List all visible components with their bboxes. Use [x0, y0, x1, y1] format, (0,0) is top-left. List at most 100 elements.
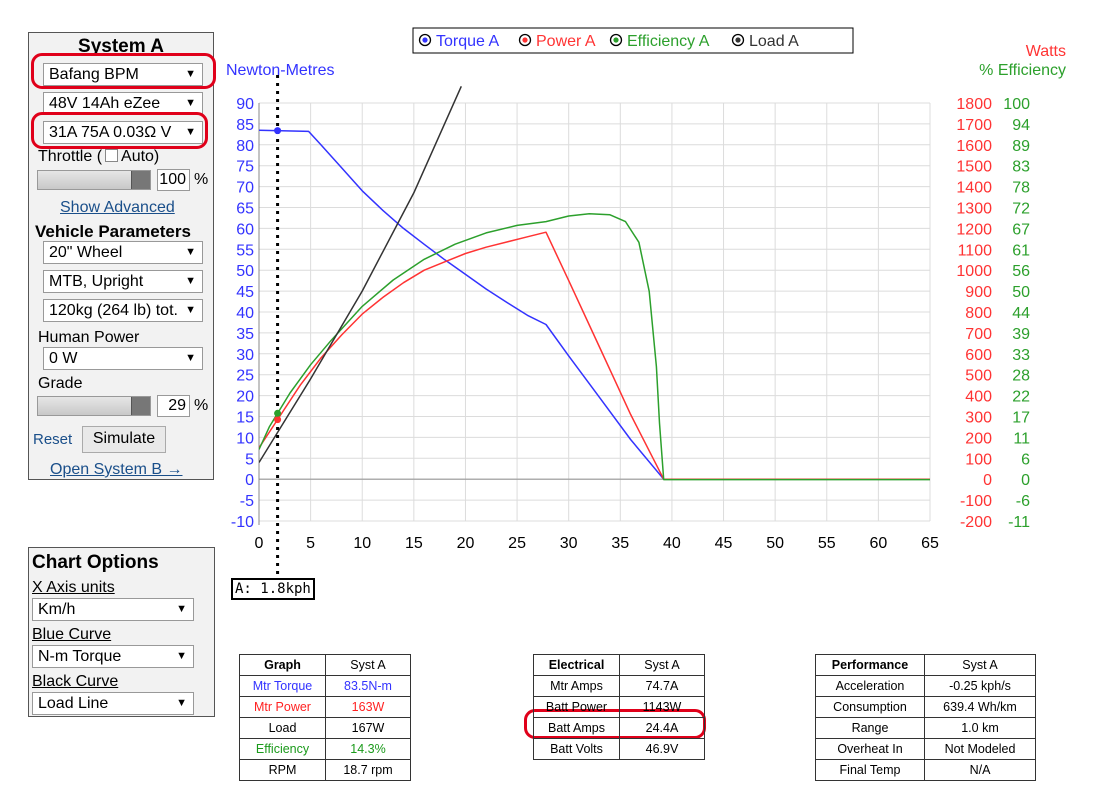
- throttle-input[interactable]: 100: [157, 169, 190, 191]
- x-tick-label: 5: [306, 535, 315, 552]
- y-tick-label-efficiency: 67: [1012, 221, 1030, 238]
- chart-cursor[interactable]: [274, 75, 282, 578]
- table-cell: 14.3%: [325, 738, 411, 760]
- y-tick-label-efficiency: 50: [1012, 284, 1030, 301]
- bike-type-select[interactable]: MTB, Upright ▼: [43, 270, 203, 293]
- wheel-select[interactable]: 20" Wheel ▼: [43, 241, 203, 264]
- black-curve-value: Load Line: [38, 695, 109, 712]
- highlight-oval-controller: [31, 112, 208, 149]
- table-cell: Mtr Amps: [533, 675, 620, 697]
- y-tick-label-left: 55: [236, 242, 254, 259]
- table-cell: Load: [239, 717, 326, 739]
- cursor-marker: [274, 127, 282, 135]
- table-cell: N/A: [924, 759, 1036, 781]
- y-tick-label-left: 20: [236, 389, 254, 406]
- table-row: Acceleration -0.25 kph/s: [815, 675, 1036, 697]
- black-curve-select[interactable]: Load Line ▼: [32, 692, 194, 715]
- human-power-select[interactable]: 0 W ▼: [43, 347, 203, 370]
- blue-curve-value: N-m Torque: [38, 648, 122, 665]
- auto-checkbox[interactable]: [105, 149, 119, 162]
- y-tick-label-efficiency: 11: [1013, 430, 1030, 447]
- open-system-b-link[interactable]: Open System B →: [50, 461, 183, 479]
- y-tick-label-left: 0: [245, 472, 254, 489]
- y-tick-label-left: 85: [236, 117, 254, 134]
- blue-curve-select[interactable]: N-m Torque ▼: [32, 645, 194, 668]
- table-row: Batt Volts 46.9V: [533, 738, 705, 760]
- y-tick-label-efficiency: 61: [1012, 242, 1030, 259]
- grade-slider[interactable]: [37, 396, 151, 416]
- y-tick-label-left: 25: [236, 368, 254, 385]
- vehicle-params-title: Vehicle Parameters: [35, 222, 191, 241]
- simulate-button[interactable]: Simulate: [82, 426, 166, 453]
- y-tick-label-left: 70: [236, 180, 254, 197]
- y-tick-label-left: 45: [236, 284, 254, 301]
- y-tick-label-watts: 0: [983, 472, 992, 489]
- chart-options-panel: Chart Options X Axis units Km/h ▼ Blue Cu…: [28, 547, 215, 717]
- y-tick-label-efficiency: 83: [1012, 159, 1030, 176]
- y-tick-label-efficiency: 72: [1012, 201, 1030, 218]
- y-tick-label-efficiency: 44: [1012, 305, 1030, 322]
- legend-label: Power A: [536, 33, 596, 50]
- table-cell: Range: [815, 717, 925, 739]
- table-cell: Acceleration: [815, 675, 925, 697]
- reset-link[interactable]: Reset: [33, 431, 72, 448]
- legend-radio-dot-icon: [522, 37, 528, 43]
- x-tick-label: 55: [818, 535, 836, 552]
- y-axis-title-left: Newton-Metres: [226, 62, 334, 79]
- table-row: Load 167W: [239, 717, 411, 739]
- battery-select-value: 48V 14Ah eZee: [49, 95, 161, 112]
- table-row: Final Temp N/A: [815, 759, 1036, 781]
- y-tick-label-watts: 900: [965, 284, 992, 301]
- y-tick-label-left: 90: [236, 96, 254, 113]
- y-tick-label-left: 5: [245, 451, 254, 468]
- slider-handle[interactable]: [131, 397, 150, 415]
- x-axis-units-select[interactable]: Km/h ▼: [32, 598, 194, 621]
- slider-handle[interactable]: [131, 171, 150, 189]
- y-tick-label-watts: 200: [965, 430, 992, 447]
- table-row: Efficiency 14.3%: [239, 738, 411, 760]
- weight-select[interactable]: 120kg (264 lb) tot. ▼: [43, 299, 203, 322]
- y-tick-label-efficiency: 17: [1012, 410, 1030, 427]
- y-tick-label-watts: 1200: [956, 221, 992, 238]
- y-tick-label-watts: -100: [960, 493, 992, 510]
- table-cell: Overheat In: [815, 738, 925, 760]
- y-tick-label-efficiency: 6: [1021, 451, 1030, 468]
- series-line-power-a: [259, 231, 930, 480]
- show-advanced-link[interactable]: Show Advanced: [60, 199, 175, 217]
- human-power-label: Human Power: [38, 329, 140, 346]
- x-tick-label: 25: [508, 535, 526, 552]
- y-tick-label-efficiency: 89: [1012, 138, 1030, 155]
- y-tick-label-efficiency: 33: [1012, 347, 1030, 364]
- table-cell: 167W: [325, 717, 411, 739]
- y-tick-label-efficiency: -11: [1008, 514, 1030, 531]
- table-header-row: Performance Syst A: [815, 654, 1036, 676]
- chevron-down-icon: ▼: [185, 352, 196, 364]
- cursor-marker: [274, 416, 282, 424]
- x-axis-units-value: Km/h: [38, 601, 76, 618]
- table-cell: 83.5N-m: [325, 675, 411, 697]
- throttle-percent: %: [194, 171, 209, 188]
- y-tick-label-efficiency: 22: [1012, 389, 1030, 406]
- weight-select-value: 120kg (264 lb) tot.: [49, 302, 178, 319]
- x-tick-label: 60: [869, 535, 887, 552]
- y-tick-label-efficiency: 94: [1012, 117, 1030, 134]
- y-tick-label-watts: 800: [965, 305, 992, 322]
- y-tick-label-watts: 500: [965, 368, 992, 385]
- table-row: RPM 18.7 rpm: [239, 759, 411, 781]
- table-cell: Not Modeled: [924, 738, 1036, 760]
- grade-input[interactable]: 29: [157, 395, 190, 417]
- y-tick-label-efficiency: 28: [1012, 368, 1030, 385]
- table-row: Mtr Amps 74.7A: [533, 675, 705, 697]
- y-tick-label-watts: 1000: [956, 263, 992, 280]
- x-tick-label: 45: [715, 535, 733, 552]
- table-header-row: Graph Syst A: [239, 654, 411, 676]
- y-tick-label-watts: 600: [965, 347, 992, 364]
- chevron-down-icon: ▼: [176, 603, 187, 615]
- throttle-slider[interactable]: [37, 170, 151, 190]
- series-line-torque-a: [259, 129, 930, 480]
- table-row: Mtr Power 163W: [239, 696, 411, 718]
- y-tick-label-watts: 700: [965, 326, 992, 343]
- y-tick-label-watts: 1100: [958, 242, 993, 259]
- series-line-efficiency-a: [259, 212, 930, 481]
- legend-radio-dot-icon: [422, 37, 428, 43]
